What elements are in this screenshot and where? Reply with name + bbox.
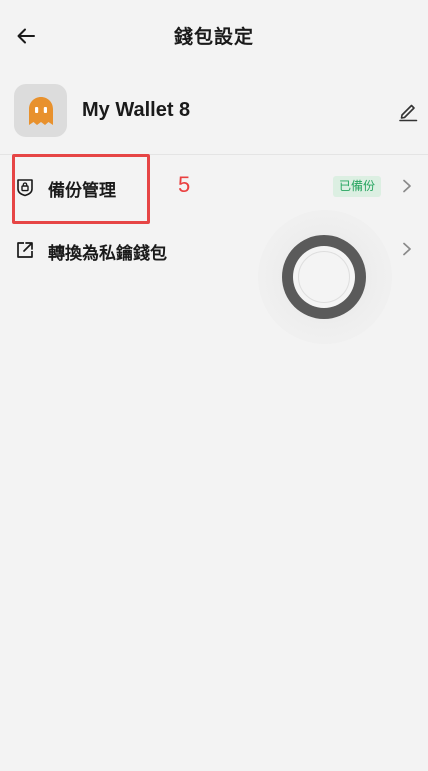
- header: 錢包設定: [0, 0, 428, 72]
- orange-ghost-avatar-icon: [28, 96, 53, 125]
- avatar: [14, 84, 67, 137]
- edit-wallet-name-button[interactable]: [394, 97, 422, 125]
- annotation-highlight-box: [12, 154, 150, 224]
- chevron-right-icon: [400, 240, 414, 258]
- assistive-touch-icon: [293, 246, 355, 308]
- page-title: 錢包設定: [173, 26, 254, 48]
- assistive-touch-button[interactable]: [282, 235, 366, 319]
- pencil-icon: [399, 104, 418, 122]
- convert-private-key-wallet-label: 轉換為私鑰錢包: [48, 244, 167, 264]
- wallet-info-row: My Wallet 8: [0, 78, 428, 148]
- status-badge: 已備份: [333, 176, 382, 197]
- chevron-right-icon: [400, 177, 414, 195]
- annotation-number: 5: [178, 172, 191, 197]
- external-link-icon: [14, 239, 35, 260]
- wallet-name: My Wallet 8: [82, 99, 191, 121]
